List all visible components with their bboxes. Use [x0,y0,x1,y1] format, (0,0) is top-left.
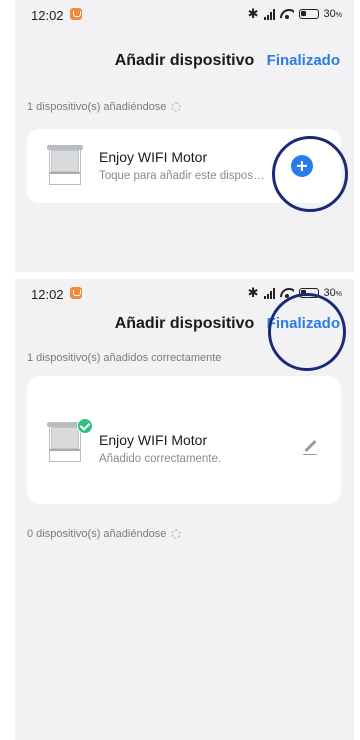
adding-count-label: 1 dispositivo(s) añadiéndose [27,101,167,113]
added-count-label: 1 dispositivo(s) añadidos correctamente [27,352,222,364]
device-card[interactable]: Enjoy WIFI Motor Toque para añadir este … [27,129,341,203]
wifi-icon [280,9,294,20]
edit-icon[interactable] [301,438,319,456]
signal-icon [263,8,275,20]
status-bar: 12:02 ✱ 30% [15,0,354,30]
device-name: Enjoy WIFI Motor [99,149,208,165]
adding-section-label: 0 dispositivo(s) añadiéndose [27,528,182,540]
nav-bar: Añadir dispositivo Finalizado [15,46,354,76]
loading-spinner-icon [171,529,182,539]
screen-adding: 12:02 ✱ 30% Añadir dispositivo Finalizad… [15,0,354,272]
device-card[interactable]: Enjoy WIFI Motor Añadido correctamente. [27,376,341,504]
done-button[interactable]: Finalizado [267,52,340,69]
roller-shade-icon [47,145,83,185]
status-time: 12:02 [31,8,64,23]
screen-added: 12:02 ✱ 30% Añadir dispositivo Finalizad… [15,279,354,740]
adding-section-label: 1 dispositivo(s) añadiéndose [27,101,182,113]
device-name: Enjoy WIFI Motor [99,432,208,448]
add-device-button[interactable] [291,155,313,177]
nav-bar: Añadir dispositivo Finalizado [15,285,354,332]
battery-icon [298,9,319,19]
done-button[interactable]: Finalizado [267,315,340,332]
device-subtitle: Toque para añadir este dispositivo [99,170,267,182]
notification-icon [70,8,82,20]
check-icon [77,418,93,434]
added-section-label: 1 dispositivo(s) añadidos correctamente [27,352,221,364]
battery-percent: 30% [323,8,342,20]
device-subtitle: Añadido correctamente. [99,453,222,465]
bluetooth-icon: ✱ [247,6,259,21]
adding-count-label: 0 dispositivo(s) añadiéndose [27,528,167,540]
status-icons: ✱ 30% [248,6,342,22]
loading-spinner-icon [171,102,182,112]
